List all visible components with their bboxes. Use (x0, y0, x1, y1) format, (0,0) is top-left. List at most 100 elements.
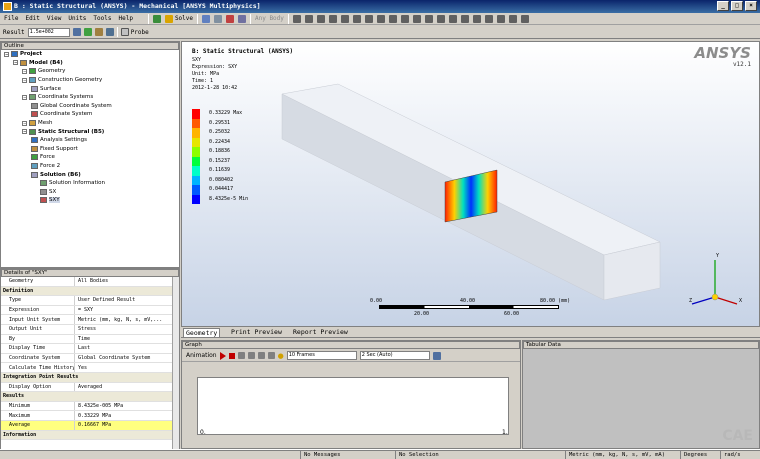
body-select-icon[interactable] (484, 14, 493, 23)
tree-item[interactable]: Solution (B6) (1, 170, 179, 179)
wizard-icon[interactable] (238, 14, 246, 23)
tab-geometry[interactable]: Geometry (183, 328, 221, 337)
stop-icon[interactable] (228, 352, 235, 359)
details-group[interactable]: Definition (1, 286, 173, 297)
next-view-icon[interactable] (388, 14, 397, 23)
vertex-select-icon[interactable] (448, 14, 457, 23)
details-scrollbar[interactable] (172, 277, 179, 451)
set-view-icon[interactable] (412, 14, 421, 23)
contour-icon[interactable] (83, 28, 92, 36)
tree-item[interactable]: − Static Structural (B5) (1, 127, 179, 136)
expand-toggle-icon[interactable]: − (22, 77, 27, 83)
graphics-viewport[interactable]: B: Static Structural (ANSYS) SXY Express… (181, 41, 760, 327)
menu-file[interactable]: File (4, 15, 18, 22)
details-value[interactable]: All Bodies (75, 278, 173, 284)
face-select-icon[interactable] (472, 14, 481, 23)
tree-item[interactable]: − Mesh (1, 119, 179, 128)
expand-toggle-icon[interactable]: − (4, 51, 9, 57)
details-row[interactable]: Output Unit Stress (1, 324, 173, 335)
tree-item[interactable]: Fixed Support (1, 145, 179, 154)
comment-icon[interactable] (214, 14, 222, 23)
tree-item[interactable]: Coordinate System (1, 110, 179, 119)
restore-view-icon[interactable] (424, 14, 433, 23)
duration-select[interactable]: 2 Sec (Auto) (359, 351, 430, 360)
frames-select[interactable]: 10 Frames (286, 351, 357, 360)
tree-item[interactable]: Surface (1, 84, 179, 93)
details-value[interactable]: 0.16667 MPa (75, 422, 173, 428)
details-row[interactable]: Input Unit System Metric (mm, kg, N, s, m… (1, 315, 173, 325)
tree-item[interactable]: − Model (B4) (1, 59, 179, 68)
details-row[interactable]: By Time (1, 334, 173, 345)
expand-toggle-icon[interactable]: − (22, 68, 27, 74)
details-row[interactable]: Type User Defined Result (1, 296, 173, 306)
details-row[interactable]: Geometry All Bodies (1, 277, 173, 287)
details-row[interactable]: Display Time Last (1, 344, 173, 354)
solve-button[interactable]: Solve (164, 14, 193, 23)
details-value[interactable]: Averaged (75, 384, 173, 390)
menu-edit[interactable]: Edit (25, 15, 39, 22)
tab-report-preview[interactable]: Report Preview (291, 328, 350, 336)
details-value[interactable]: = SXY (75, 307, 173, 313)
details-row[interactable]: Maximum 0.33229 MPa (1, 411, 173, 421)
details-value[interactable]: 0.33229 MPa (75, 413, 173, 419)
tree-item[interactable]: Solution Information (1, 179, 179, 188)
menu-units[interactable]: Units (68, 15, 86, 22)
details-value[interactable]: Yes (75, 365, 173, 371)
close-button[interactable]: × (745, 1, 757, 11)
edge-select-icon[interactable] (460, 14, 469, 23)
tree-item[interactable]: − Construction Geometry (1, 76, 179, 85)
rotate-icon[interactable] (304, 14, 313, 23)
details-row[interactable]: Coordinate System Global Coordinate Syste… (1, 353, 173, 364)
details-group[interactable]: Results (1, 392, 173, 402)
tree-item[interactable]: Force 2 (1, 162, 179, 171)
edges-icon[interactable] (94, 28, 103, 36)
status-messages[interactable]: No Messages (300, 450, 395, 459)
previous-frame-icon[interactable] (237, 352, 245, 359)
menu-help[interactable]: Help (118, 15, 132, 22)
details-value[interactable]: Global Coordinate System (75, 355, 173, 361)
magnifier-icon[interactable] (364, 14, 373, 23)
tree-item[interactable]: − Geometry (1, 67, 179, 76)
maximize-button[interactable]: □ (731, 1, 743, 11)
tree-item[interactable]: SX (1, 188, 179, 197)
expand-toggle-icon[interactable]: − (22, 94, 27, 100)
details-row[interactable]: Calculate Time History Yes (1, 363, 173, 373)
distributed-icon[interactable] (267, 352, 275, 359)
check-icon[interactable] (152, 14, 161, 23)
vector-icon[interactable] (105, 28, 114, 36)
any-body-button[interactable]: Any Body (255, 15, 284, 22)
details-value[interactable]: 8.4325e-005 MPa (75, 403, 173, 409)
expand-toggle-icon[interactable]: − (13, 60, 18, 66)
help-icon[interactable] (520, 14, 529, 23)
details-group[interactable]: Information (1, 430, 173, 441)
details-value[interactable]: Time (75, 336, 173, 342)
tree-item[interactable]: Force (1, 153, 179, 162)
tree-item[interactable]: Analysis Settings (1, 136, 179, 145)
details-row[interactable]: Average 0.16667 MPa (1, 420, 173, 431)
tree-item[interactable]: − Project (1, 50, 179, 59)
pan-icon[interactable] (316, 14, 325, 23)
box-zoom-icon[interactable] (340, 14, 349, 23)
reset-icon[interactable] (257, 352, 265, 359)
details-value[interactable]: Stress (75, 326, 173, 332)
probe-button[interactable]: Probe (120, 28, 149, 36)
image-icon[interactable] (226, 14, 234, 23)
play-icon[interactable] (219, 351, 226, 360)
menu-tools[interactable]: Tools (93, 15, 111, 22)
tab-print-preview[interactable]: Print Preview (229, 328, 284, 336)
result-scale-select[interactable]: 1.5e+002 (Auto Scale) (27, 27, 70, 37)
details-value[interactable]: Last (75, 345, 173, 351)
previous-view-icon[interactable] (376, 14, 385, 23)
window-icon[interactable] (508, 14, 517, 23)
details-row[interactable]: Minimum 8.4325e-005 MPa (1, 401, 173, 412)
display-icon[interactable] (72, 28, 81, 36)
expand-toggle-icon[interactable]: − (22, 120, 27, 126)
iso-view-icon[interactable] (400, 14, 409, 23)
menu-view[interactable]: View (47, 15, 61, 22)
next-frame-icon[interactable] (247, 352, 255, 359)
details-group[interactable]: Integration Point Results (1, 372, 173, 383)
pan-mode-icon[interactable] (436, 14, 445, 23)
cursor-icon[interactable] (292, 14, 301, 23)
new-analysis-icon[interactable] (202, 14, 210, 23)
export-video-icon[interactable] (432, 351, 441, 360)
